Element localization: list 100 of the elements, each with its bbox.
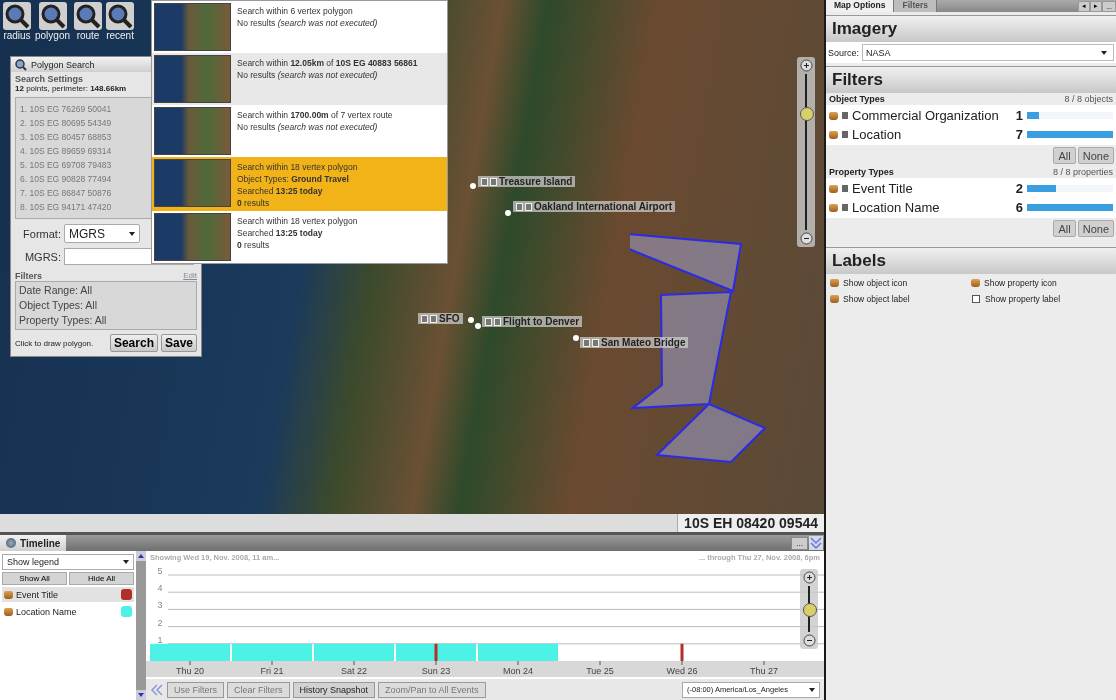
timeline-chart[interactable]: 1 2 3 4 5 Thu 20 Fri 21 Sat 22 Sun 23 Mon 24 Tue 25 Wed 26 Thu 27 (146, 563, 824, 677)
marker-icon (583, 338, 590, 347)
paint-can-icon[interactable] (971, 279, 980, 287)
caret-icon (1101, 50, 1107, 55)
section-header: Imagery (826, 15, 1116, 42)
timeline-action-button[interactable]: History Snapshot (292, 681, 376, 698)
zoom-in-icon[interactable] (802, 571, 816, 584)
paint-can-icon[interactable] (830, 295, 839, 303)
filter-item-label: Location (852, 127, 903, 142)
zoom-out-icon[interactable] (802, 634, 816, 647)
zoom-out-icon[interactable] (799, 232, 813, 245)
panel-tab[interactable]: Filters (894, 0, 937, 12)
filter-count: 7 (1014, 127, 1023, 142)
field-label: MGRS: (23, 250, 61, 263)
map-label-text: SFO (439, 313, 460, 324)
axis-label: 4 (157, 583, 163, 594)
satellite-map-placeholder[interactable] (0, 0, 824, 514)
legend-item[interactable]: Event Title (2, 587, 134, 602)
search-tool-button[interactable]: radius (2, 0, 32, 43)
map-label[interactable]: San Mateo Bridge (580, 337, 689, 348)
axis-label: Tue 25 (586, 666, 614, 676)
group-title: Object Types (829, 94, 885, 104)
marker-dot[interactable] (505, 210, 511, 216)
axis-label: 5 (157, 566, 163, 576)
zoom-slider[interactable] (800, 569, 818, 649)
axis-label: Sun 23 (421, 666, 451, 676)
axis-label: 2 (157, 617, 163, 628)
filter-button[interactable]: All (1053, 147, 1076, 164)
filter-button[interactable]: All (1053, 220, 1076, 237)
panel-button[interactable]: Search (109, 334, 158, 352)
checkbox[interactable] (972, 295, 980, 303)
search-tool-button[interactable]: route (73, 0, 104, 43)
result-text: Searched 13:25 today (237, 185, 324, 197)
imagery-source-select[interactable]: NASA (862, 44, 1114, 61)
result-text: Search within 1700.00m of 7 vertex route (237, 109, 393, 121)
recent-search-item[interactable]: Search within 12.05km of 10S EG 40883 56861 No results (search was not executed) (152, 53, 447, 105)
panel-tab[interactable]: Map Options (826, 0, 895, 12)
zoom-slider-thumb[interactable] (800, 107, 814, 121)
paint-can-icon[interactable] (829, 130, 838, 139)
timeline-tab[interactable]: Timeline (0, 535, 67, 551)
result-text: No results (search was not executed) (237, 17, 378, 29)
magnifier-icon (74, 2, 103, 30)
marker-icon (430, 314, 437, 323)
zoom-in-icon[interactable] (799, 59, 813, 72)
filter-item-label: Commercial Organization (852, 108, 1000, 123)
panel-button[interactable]: Save (160, 334, 197, 352)
result-text: Object Types: Ground Travel (237, 173, 350, 185)
scroll-up-icon[interactable] (136, 551, 146, 561)
group-title: Property Types (829, 167, 894, 177)
search-tool-button[interactable]: polygon (34, 0, 72, 43)
recent-search-item[interactable]: Search within 6 vertex polygon No results (search was not executed) (152, 1, 447, 53)
recent-search-item[interactable]: Search within 18 vertex polygon Object Types: Ground Travel Searched 13:25 today 0 results (152, 157, 447, 211)
marker-dot[interactable] (475, 323, 481, 329)
zoom-slider[interactable] (797, 57, 815, 247)
globe-icon (6, 538, 16, 548)
collapse-icon[interactable] (809, 536, 823, 550)
paint-can-icon[interactable] (829, 203, 838, 212)
type-icon (842, 131, 848, 138)
marker-dot[interactable] (468, 317, 474, 323)
caret-icon (129, 231, 135, 236)
result-text: 0 results (237, 197, 271, 209)
filter-text: Date Range: All (19, 283, 93, 298)
map-label[interactable]: Treasure Island (478, 176, 576, 187)
map-label[interactable]: SFO (418, 313, 463, 324)
marker-icon (485, 317, 492, 326)
axis-label: Mon 24 (503, 666, 533, 676)
scroll-down-icon[interactable] (136, 690, 146, 700)
legend-button[interactable]: Hide All (69, 572, 134, 585)
more-button[interactable]: ... (791, 536, 808, 550)
option-label: Show object icon (843, 278, 908, 288)
field-label: Source: (828, 47, 860, 58)
result-text: Search within 6 vertex polygon (237, 5, 354, 17)
option-label: Show object label (843, 294, 910, 304)
legend-button[interactable]: Show All (2, 572, 67, 585)
axis-label: 1 (157, 634, 163, 645)
legend-select[interactable]: Show legend (2, 554, 134, 570)
map-label-text: Treasure Island (499, 176, 573, 187)
axis-label: Wed 26 (666, 666, 698, 676)
search-tool-button[interactable]: recent (105, 0, 136, 43)
scrollbar[interactable] (136, 551, 146, 700)
filter-button[interactable]: None (1077, 147, 1114, 164)
group-count: 8 / 8 properties (1052, 167, 1113, 177)
paint-can-icon[interactable] (829, 184, 838, 193)
caret-icon (809, 687, 815, 692)
marker-icon (516, 202, 523, 211)
color-swatch[interactable] (121, 589, 132, 600)
format-select[interactable]: MGRS (64, 224, 140, 243)
zoom-slider-thumb[interactable] (803, 603, 817, 617)
filter-button[interactable]: None (1077, 220, 1114, 237)
result-text: Search within 18 vertex polygon (237, 161, 358, 173)
filter-item-label: Location Name (852, 200, 941, 215)
legend-item[interactable]: Location Name (2, 604, 134, 619)
result-text: Searched 13:25 today (237, 227, 324, 239)
marker-dot[interactable] (470, 183, 476, 189)
marker-dot[interactable] (573, 335, 579, 341)
paint-can-icon[interactable] (829, 111, 838, 120)
paint-can-icon[interactable] (830, 279, 839, 287)
map-label[interactable]: Flight to Denver (482, 316, 583, 327)
section-heading: Filters (15, 271, 42, 281)
color-swatch[interactable] (121, 606, 132, 617)
